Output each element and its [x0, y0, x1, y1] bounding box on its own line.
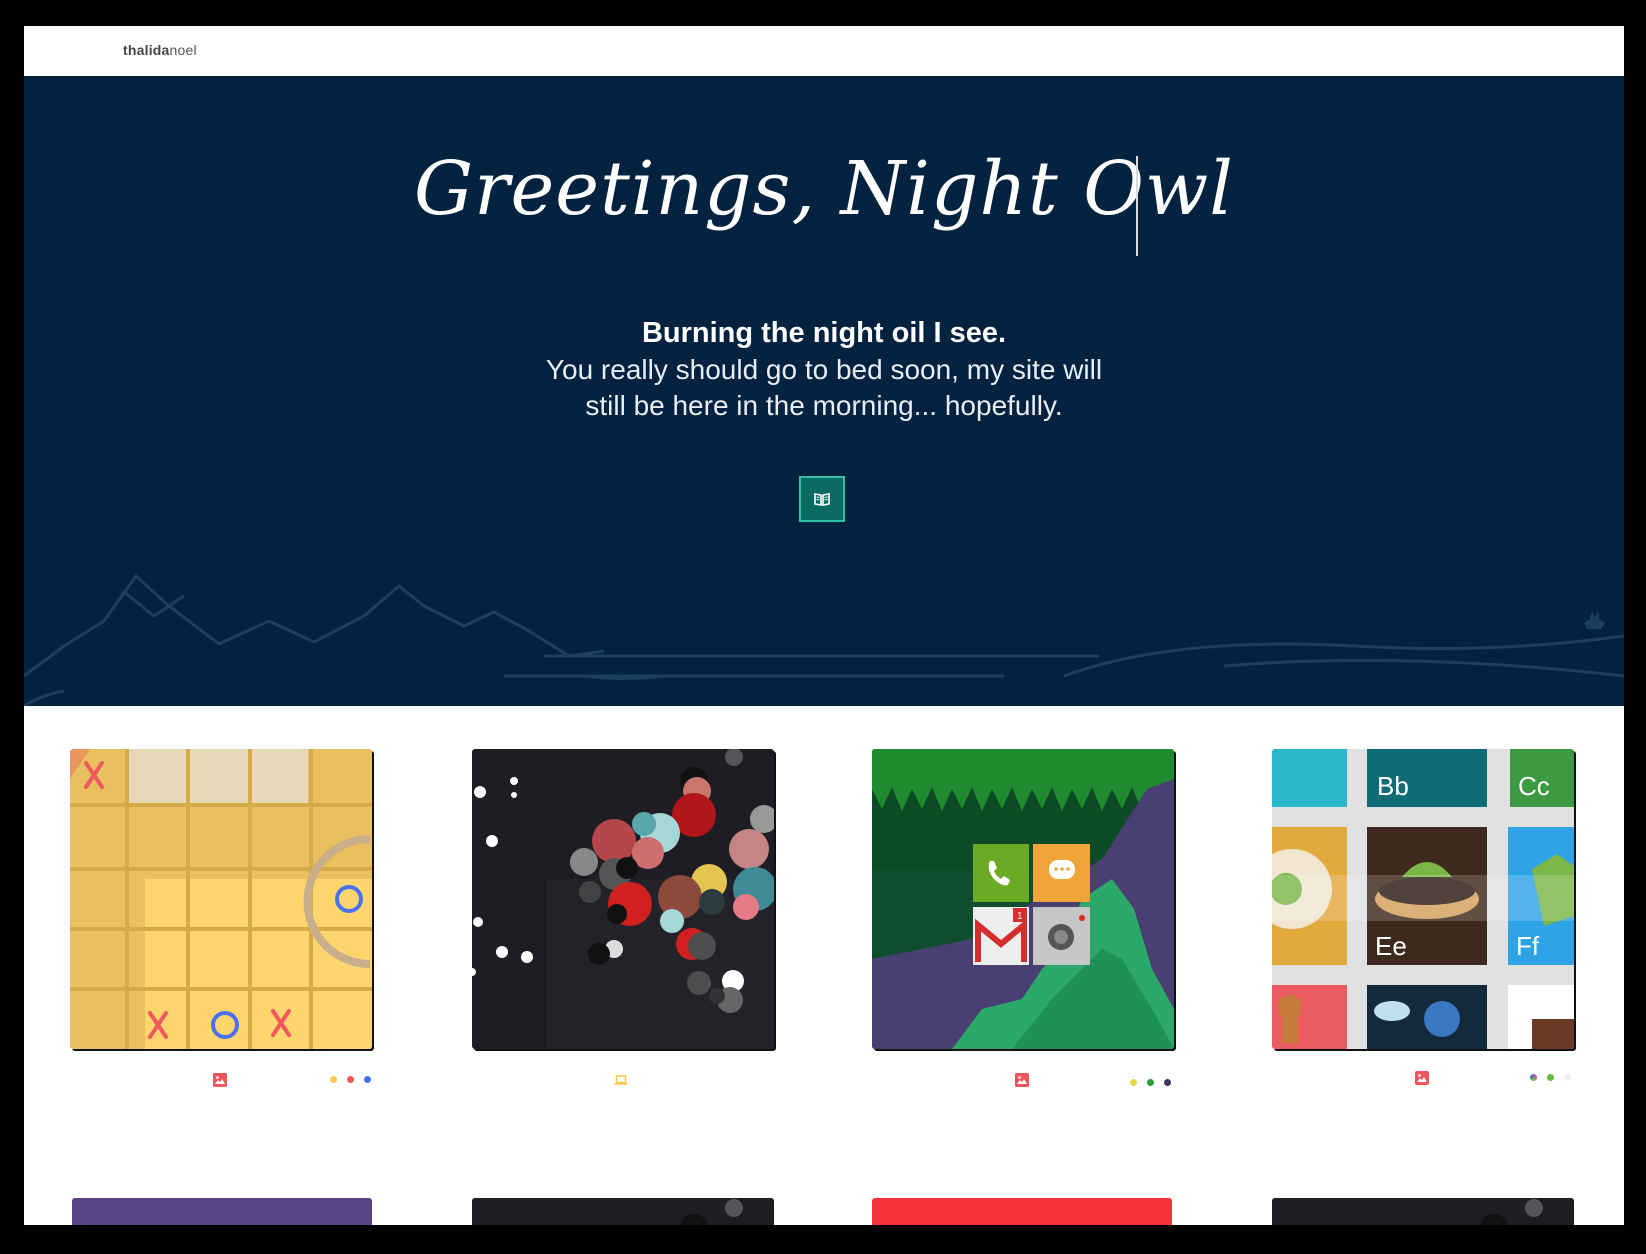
image-icon — [213, 1073, 227, 1087]
hero-line-1: Burning the night oil I see. — [641, 317, 1007, 349]
book-icon — [814, 493, 830, 506]
read-more-button[interactable] — [799, 476, 845, 522]
project-thumbnail-tic-tac-toe[interactable] — [70, 749, 372, 1049]
typing-cursor — [1136, 156, 1138, 256]
project-thumbnail-bubbles[interactable] — [472, 749, 774, 1049]
hero-section: Greetings, Night Owl Burning the night o… — [24, 76, 1624, 706]
palette-dot — [1130, 1079, 1137, 1086]
svg-text:Ff: Ff — [1516, 931, 1540, 961]
hero-subtext: Burning the night oil I see. You really … — [24, 314, 1624, 424]
hero-line-2: You really should go to bed soon, my sit… — [545, 354, 1103, 421]
palette-dot — [1147, 1079, 1154, 1086]
project-thumbnail-row2-4[interactable] — [1272, 1198, 1574, 1225]
site-logo[interactable]: thalidanoel — [123, 42, 197, 58]
project-thumbnail-row2-1[interactable] — [72, 1198, 372, 1225]
palette-dot — [347, 1076, 354, 1083]
image-icon — [1015, 1073, 1029, 1087]
project-thumbnail-row2-2[interactable] — [472, 1198, 774, 1225]
palette-dot — [1564, 1074, 1571, 1081]
palette-dot — [1547, 1074, 1554, 1081]
palette-dot — [1530, 1074, 1537, 1081]
project-thumbnail-row2-3[interactable] — [872, 1198, 1172, 1225]
logo-bold-text: thalida — [123, 42, 170, 58]
greeting-heading: Greetings, Night Owl — [414, 146, 1234, 232]
svg-text:Cc: Cc — [1518, 771, 1550, 801]
project-thumbnail-phone-ui[interactable]: 1 — [872, 749, 1174, 1049]
palette-dot — [330, 1076, 337, 1083]
laptop-icon — [614, 1075, 628, 1085]
project-thumbnail-android-alphabet[interactable]: Bb Cc Ee Ff — [1272, 749, 1574, 1049]
top-navbar: thalidanoel — [24, 26, 1624, 76]
svg-text:1: 1 — [1017, 911, 1023, 922]
palette-dot — [1164, 1079, 1171, 1086]
palette-dot — [364, 1076, 371, 1083]
svg-text:Ee: Ee — [1375, 931, 1407, 961]
page: thalidanoel Greetings, Night Owl Burning… — [24, 26, 1624, 1225]
svg-text:Bb: Bb — [1377, 771, 1409, 801]
logo-light-text: noel — [169, 42, 197, 58]
image-icon — [1415, 1071, 1429, 1085]
